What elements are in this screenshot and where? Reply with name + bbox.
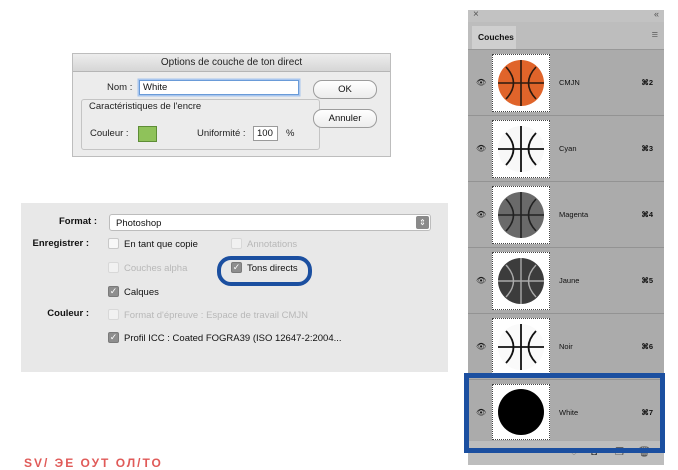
proof-setup-label: Format d'épreuve : Espace de travail CMJ… <box>124 310 308 321</box>
channel-row-cyan[interactable]: 👁 Cyan ⌘3 <box>468 116 664 182</box>
channel-name: Magenta <box>559 210 589 219</box>
channel-row-cmjn[interactable]: 👁 CMJN ⌘2 <box>468 50 664 116</box>
cancel-button[interactable]: Annuler <box>313 109 377 128</box>
checkbox-box <box>231 237 242 249</box>
solidity-unit: % <box>286 128 295 139</box>
panel-tab-row: Couches ≡ <box>468 22 664 50</box>
annotations-checkbox[interactable]: Annotations <box>231 237 298 251</box>
checkbox-box <box>108 308 119 320</box>
eye-icon[interactable]: 👁 <box>476 78 486 87</box>
icc-profile-label: Profil ICC : Coated FOGRA39 (ISO 12647-2… <box>124 333 342 344</box>
name-field[interactable]: White <box>139 80 299 95</box>
channel-row-jaune[interactable]: 👁 Jaune ⌘5 <box>468 248 664 314</box>
panel-menu-icon[interactable]: ≡ <box>652 29 658 41</box>
alpha-channels-label: Couches alpha <box>124 263 188 274</box>
channel-name: CMJN <box>559 78 580 87</box>
layers-checkbox[interactable]: ✓ Calques <box>108 285 159 299</box>
checkbox-box <box>108 237 119 249</box>
solidity-label: Uniformité : <box>197 128 246 139</box>
channel-thumbnail <box>492 186 550 244</box>
eye-icon[interactable]: 👁 <box>476 276 486 285</box>
proof-setup-checkbox[interactable]: Format d'épreuve : Espace de travail CMJ… <box>108 308 308 322</box>
annotations-label: Annotations <box>247 239 298 250</box>
tab-channels[interactable]: Couches <box>472 26 516 49</box>
ok-button[interactable]: OK <box>313 80 377 99</box>
ink-characteristics-label: Caractéristiques de l'encre <box>87 101 204 112</box>
save-label: Enregistrer : <box>32 238 90 249</box>
eye-icon[interactable]: 👁 <box>476 342 486 351</box>
channel-shortcut: ⌘2 <box>641 78 653 87</box>
as-copy-label: En tant que copie <box>124 239 198 250</box>
spot-channel-options-dialog: Options de couche de ton direct Nom : Wh… <box>72 53 391 157</box>
channel-shortcut: ⌘6 <box>641 342 653 351</box>
checkbox-box <box>108 261 119 273</box>
format-label: Format : <box>59 216 97 227</box>
channel-name: Cyan <box>559 144 577 153</box>
check-icon: ✓ <box>108 285 119 297</box>
channel-row-magenta[interactable]: 👁 Magenta ⌘4 <box>468 182 664 248</box>
dialog-title: Options de couche de ton direct <box>73 54 390 72</box>
icc-profile-checkbox[interactable]: ✓ Profil ICC : Coated FOGRA39 (ISO 12647-… <box>108 331 342 345</box>
channel-shortcut: ⌘5 <box>641 276 653 285</box>
close-icon[interactable]: × <box>473 9 479 20</box>
channel-thumbnail <box>492 252 550 310</box>
white-channel-highlight <box>464 373 665 453</box>
save-options-panel: Format : Photoshop ⇕ Enregistrer : Coule… <box>21 203 448 372</box>
channel-name: Jaune <box>559 276 580 285</box>
channel-thumbnail <box>492 120 550 178</box>
cropped-heading-text: SV/ ЭЕ ОУТ ОЛ/ТО <box>24 456 163 470</box>
collapse-icon[interactable]: « <box>654 9 659 19</box>
eye-icon[interactable]: 👁 <box>476 210 486 219</box>
channel-thumbnail <box>492 318 550 376</box>
channel-row-noir[interactable]: 👁 Noir ⌘6 <box>468 314 664 380</box>
check-icon: ✓ <box>108 331 119 343</box>
format-value: Photoshop <box>116 218 162 229</box>
as-copy-checkbox[interactable]: En tant que copie <box>108 237 198 251</box>
channel-thumbnail <box>492 54 550 112</box>
channel-shortcut: ⌘3 <box>641 144 653 153</box>
eye-icon[interactable]: 👁 <box>476 144 486 153</box>
channel-name: Noir <box>559 342 573 351</box>
alpha-channels-checkbox[interactable]: Couches alpha <box>108 261 188 275</box>
panel-top-bar: × « <box>468 9 664 22</box>
spot-colors-highlight <box>217 256 312 286</box>
layers-label: Calques <box>124 287 159 298</box>
channel-shortcut: ⌘4 <box>641 210 653 219</box>
solidity-field[interactable]: 100 <box>253 126 278 141</box>
select-arrows-icon: ⇕ <box>416 216 429 229</box>
color-section-label: Couleur : <box>47 308 89 319</box>
format-select[interactable]: Photoshop ⇕ <box>109 214 431 231</box>
name-label: Nom : <box>107 82 133 93</box>
ink-color-swatch[interactable] <box>138 126 157 142</box>
color-label: Couleur : <box>90 128 129 139</box>
